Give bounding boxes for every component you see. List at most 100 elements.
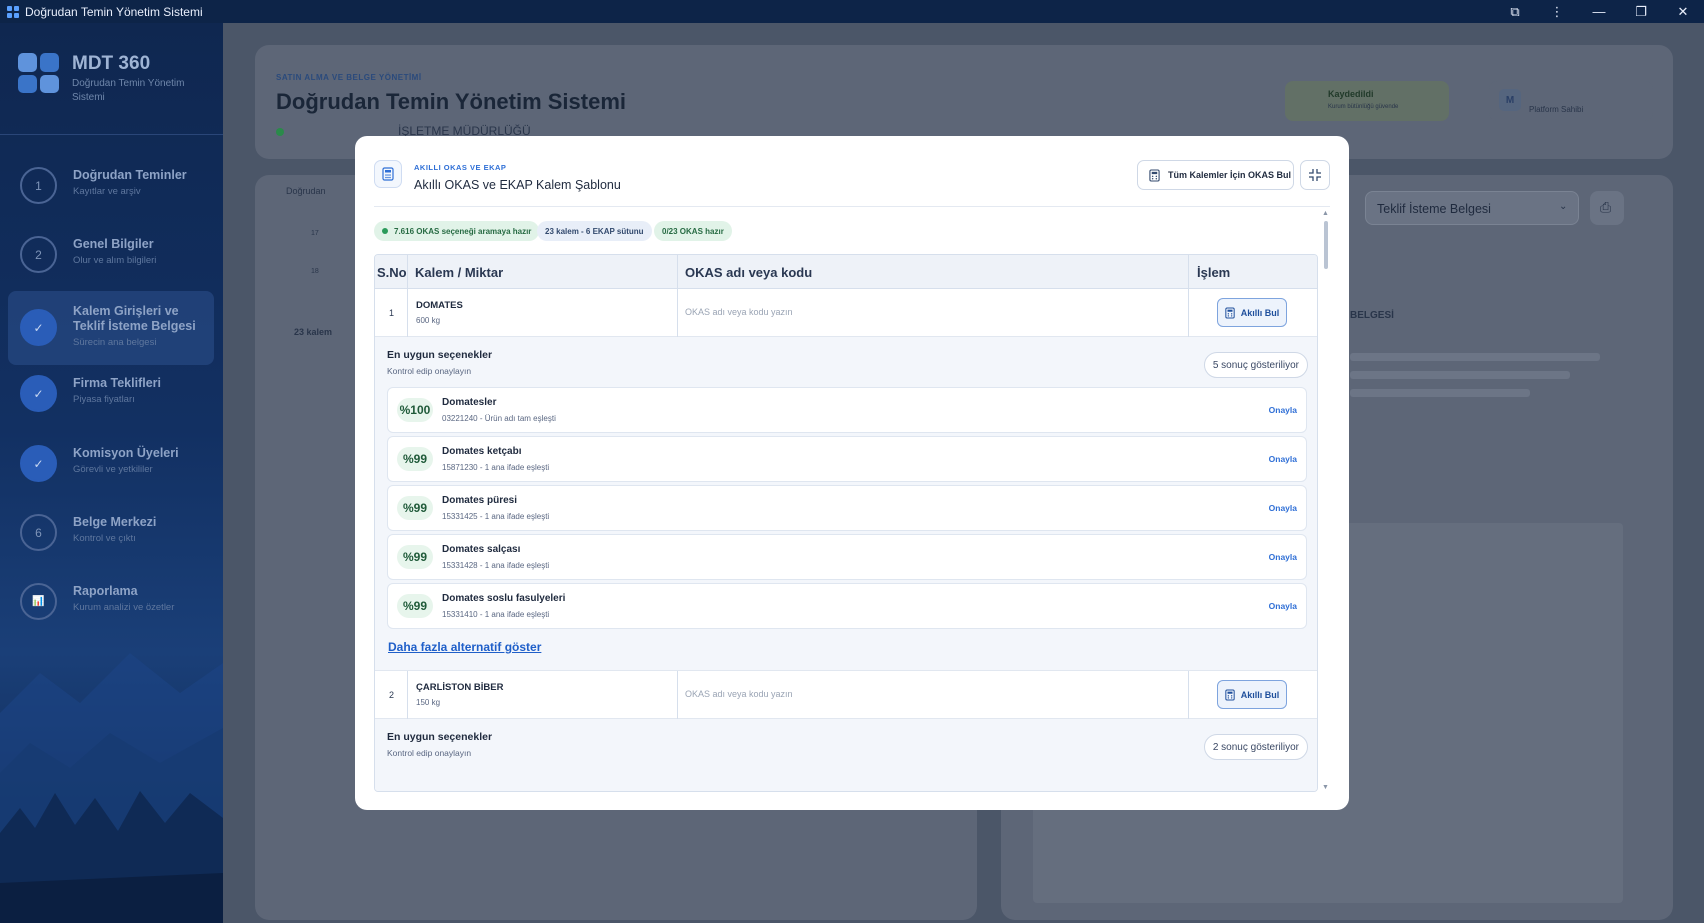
minimize-button[interactable]: — <box>1578 0 1620 23</box>
match-score: %99 <box>397 545 433 569</box>
user-role: Platform Sahibi <box>1529 105 1584 114</box>
nav-item-kalem-girisleri[interactable]: ✓ Kalem Girişleri ve Teklif İsteme Belge… <box>8 291 214 365</box>
check-icon: ✓ <box>20 309 57 346</box>
nav-item-dogrudan-teminler[interactable]: 1 Doğrudan Teminler Kayıtlar ve arşiv <box>8 155 214 221</box>
suggestion-name: Domates ketçabı <box>442 446 522 457</box>
nav-title: Raporlama <box>73 584 138 598</box>
bg-text-line <box>1350 371 1570 379</box>
scroll-up-arrow-icon[interactable]: ▲ <box>1322 210 1329 217</box>
suggestion-card[interactable]: %99 Domates püresi 15331425 - 1 ana ifad… <box>387 485 1307 531</box>
approve-button[interactable]: Onayla <box>1269 454 1297 464</box>
saved-title: Kaydedildi <box>1328 89 1374 99</box>
okas-count-label: 0/23 OKAS hazır <box>662 226 724 236</box>
nav-subtitle: Piyasa fiyatları <box>73 394 135 405</box>
match-score: %100 <box>397 398 433 422</box>
find-okas-all-label: Tüm Kalemler İçin OKAS Bul <box>1168 170 1292 180</box>
brand-subtitle: Doğrudan Temin Yönetim Sistemi <box>72 78 185 103</box>
approve-button[interactable]: Onayla <box>1269 601 1297 611</box>
match-score: %99 <box>397 496 433 520</box>
suggestion-card[interactable]: %99 Domates salçası 15331428 - 1 ana ifa… <box>387 534 1307 580</box>
chart-icon: 📊 <box>20 583 57 620</box>
suggestion-card[interactable]: %99 Domates ketçabı 15871230 - 1 ana ifa… <box>387 436 1307 482</box>
bg-text-line <box>1350 389 1530 397</box>
suggestion-card[interactable]: %100 Domatesler 03221240 - Ürün adı tam … <box>387 387 1307 433</box>
collapse-icon <box>1309 169 1321 181</box>
suggestions-title: En uygun seçenekler <box>387 731 493 743</box>
approve-button[interactable]: Onayla <box>1269 552 1297 562</box>
column-divider <box>1188 671 1189 719</box>
nav-subtitle: Sürecin ana belgesi <box>73 337 157 348</box>
header-item: Kalem / Miktar <box>415 265 504 280</box>
suggestion-code: 15871230 - 1 ana ifade eşleşti <box>442 463 550 472</box>
step-badge: 2 <box>20 236 57 273</box>
column-divider <box>407 671 408 719</box>
approve-button[interactable]: Onayla <box>1269 405 1297 415</box>
nav-subtitle: Kurum analizi ve özetler <box>73 602 175 613</box>
brand-title: MDT 360 <box>72 53 151 74</box>
smart-find-button[interactable]: Akıllı Bul <box>1217 680 1287 709</box>
window-title: Doğrudan Temin Yönetim Sistemi <box>25 4 203 19</box>
suggestion-code: 15331410 - 1 ana ifade eşleşti <box>442 610 550 619</box>
suggestion-name: Domates püresi <box>442 495 518 506</box>
maximize-button[interactable]: ❐ <box>1620 0 1662 23</box>
smart-find-label: Akıllı Bul <box>1240 689 1280 700</box>
nav-subtitle: Kayıtlar ve arşiv <box>73 186 141 197</box>
saved-subtitle: Kurum bütünlüğü güvende <box>1328 104 1399 110</box>
document-select-value: Teklif İsteme Belgesi <box>1377 202 1491 216</box>
nav-item-belge-merkezi[interactable]: 6 Belge Merkezi Kontrol ve çıktı <box>8 502 214 568</box>
smart-find-label: Akıllı Bul <box>1240 307 1280 318</box>
match-score: %99 <box>397 594 433 618</box>
columns-pill: 23 kalem - 6 EKAP sütunu <box>537 221 652 241</box>
header-sno: S.No <box>377 265 407 280</box>
nav-item-raporlama[interactable]: 📊 Raporlama Kurum analizi ve özetler <box>8 571 214 637</box>
nav-subtitle: Kontrol ve çıktı <box>73 533 136 544</box>
calculator-icon <box>374 160 402 188</box>
window-layout-icon[interactable]: ⧉ <box>1494 0 1536 23</box>
calculator-icon <box>1225 307 1235 318</box>
header-action: İşlem <box>1197 265 1231 280</box>
sidebar-divider <box>0 134 223 135</box>
status-dot <box>382 228 388 234</box>
table-header: S.No Kalem / Miktar OKAS adı veya kodu İ… <box>375 255 1317 289</box>
scroll-down-arrow-icon[interactable]: ▼ <box>1322 784 1329 791</box>
row-number: 2 <box>389 690 395 700</box>
saved-badge <box>1285 81 1449 121</box>
status-dot <box>276 128 284 136</box>
breadcrumb: Doğrudan <box>286 186 326 196</box>
row-number: 1 <box>389 308 395 318</box>
show-more-link[interactable]: Daha fazla alternatif göster <box>388 640 541 654</box>
check-icon: ✓ <box>20 375 57 412</box>
find-okas-all-button[interactable]: Tüm Kalemler İçin OKAS Bul <box>1137 160 1294 190</box>
modal-title: Akıllı OKAS ve EKAP Kalem Şablonu <box>414 178 621 192</box>
okas-ready-label: 7.616 OKAS seçeneği aramaya hazır <box>394 226 532 236</box>
nav-title: Komisyon Üyeleri <box>73 446 179 460</box>
suggestion-name: Domatesler <box>442 397 497 408</box>
column-divider <box>677 671 678 719</box>
suggestion-card[interactable]: %99 Domates soslu fasulyeleri 15331410 -… <box>387 583 1307 629</box>
okas-input[interactable]: OKAS adı veya kodu yazın <box>685 307 793 317</box>
more-menu-icon[interactable]: ⋮ <box>1536 0 1578 23</box>
nav-item-komisyon-uyeleri[interactable]: ✓ Komisyon Üyeleri Görevli ve yetkililer <box>8 433 214 499</box>
bg-doc-heading: BELGESİ <box>1350 310 1394 321</box>
suggestions-title: En uygun seçenekler <box>387 349 493 361</box>
suggestion-name: Domates salçası <box>442 544 521 555</box>
suggestion-code: 15331428 - 1 ana ifade eşleşti <box>442 561 550 570</box>
okas-count-pill: 0/23 OKAS hazır <box>654 221 732 241</box>
close-button[interactable]: ✕ <box>1662 0 1704 23</box>
step-badge: 1 <box>20 167 57 204</box>
smart-find-button[interactable]: Akıllı Bul <box>1217 298 1287 327</box>
okas-input[interactable]: OKAS adı veya kodu yazın <box>685 689 793 699</box>
approve-button[interactable]: Onayla <box>1269 503 1297 513</box>
avatar: M <box>1499 89 1521 111</box>
sidebar: MDT 360 Doğrudan Temin Yönetim Sistemi 1… <box>0 23 223 923</box>
result-count-badge: 5 sonuç gösteriliyor <box>1203 352 1308 378</box>
item-quantity: 600 kg <box>416 316 441 325</box>
nav-item-firma-teklifleri[interactable]: ✓ Firma Teklifleri Piyasa fiyatları <box>8 363 214 429</box>
calculator-icon <box>1225 689 1235 700</box>
result-count-badge: 2 sonuç gösteriliyor <box>1203 734 1308 760</box>
collapse-button[interactable] <box>1300 160 1330 190</box>
column-divider <box>407 255 408 289</box>
columns-label: 23 kalem - 6 EKAP sütunu <box>545 226 644 236</box>
nav-item-genel-bilgiler[interactable]: 2 Genel Bilgiler Olur ve alım bilgileri <box>8 224 214 290</box>
modal-scrollbar[interactable] <box>1324 221 1328 269</box>
